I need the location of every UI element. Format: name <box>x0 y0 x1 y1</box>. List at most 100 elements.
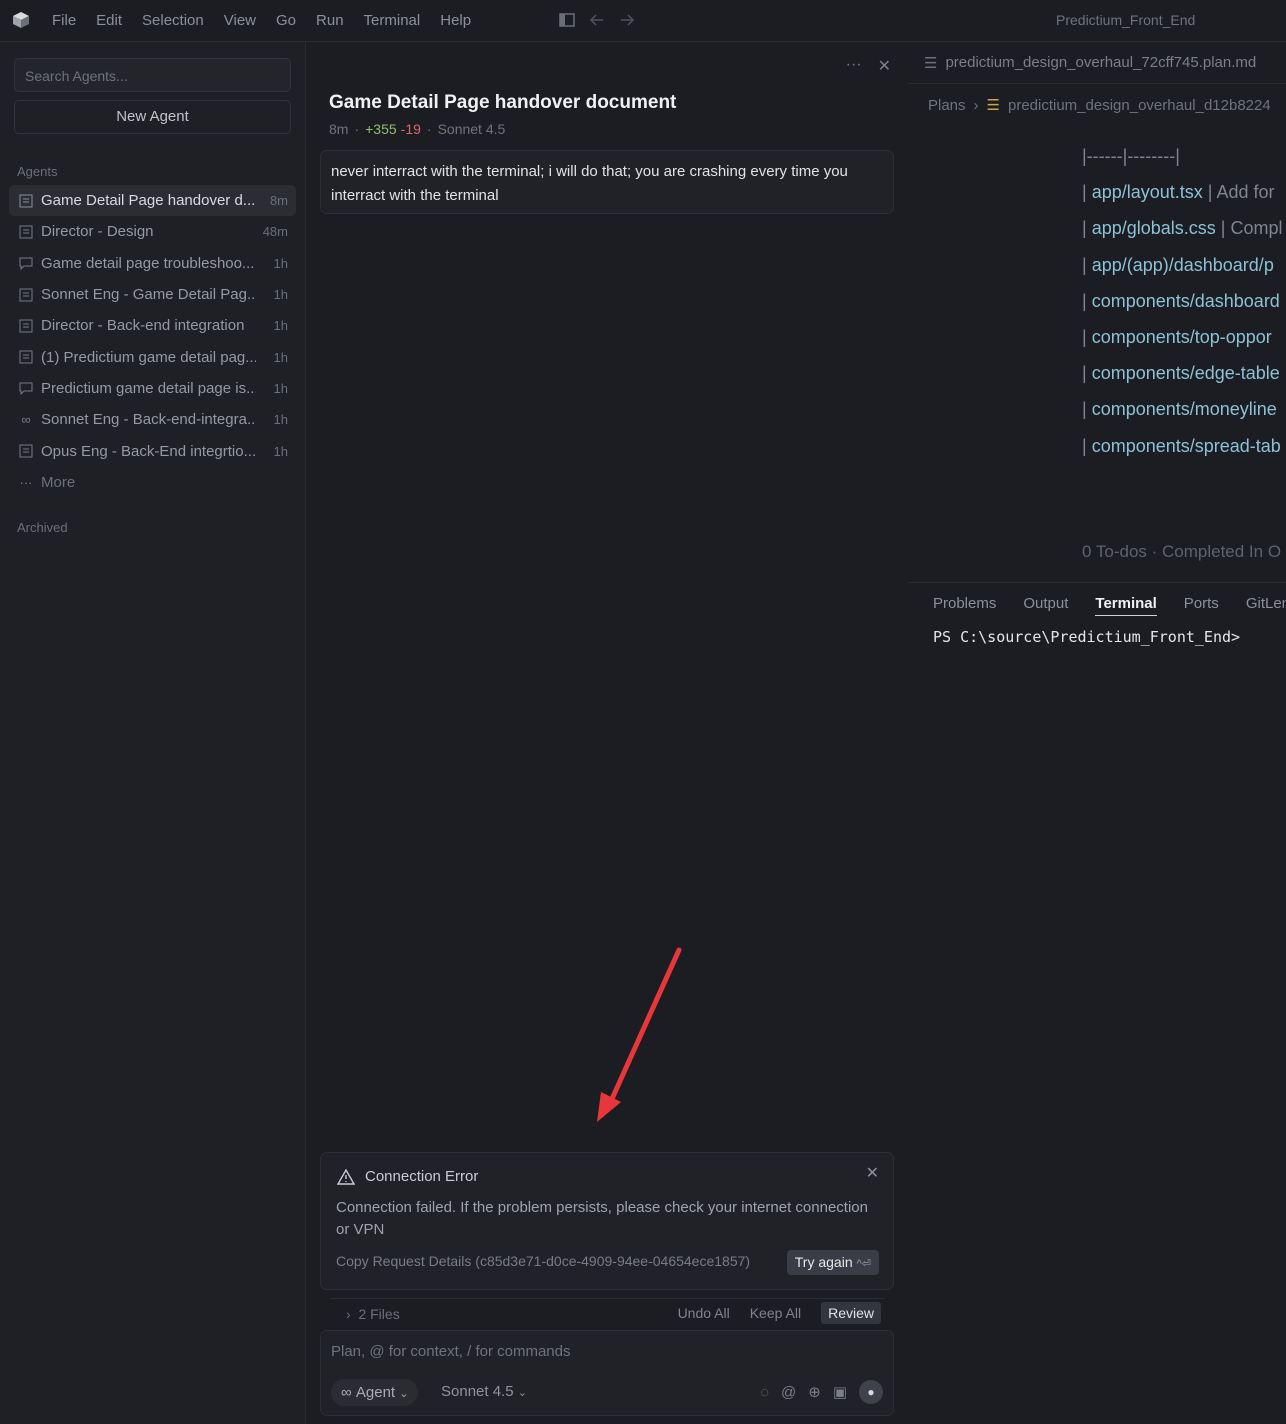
agent-label: Opus Eng - Back-End integrtio... <box>41 442 256 460</box>
back-arrow-icon[interactable] <box>588 11 606 29</box>
close-icon[interactable]: ✕ <box>878 56 891 76</box>
agent-item[interactable]: Predictium game detail page is... 1h <box>9 373 296 404</box>
forward-arrow-icon[interactable] <box>618 11 636 29</box>
shortcut-hint: ^⏎ <box>856 1258 871 1270</box>
chat-bubble-icon <box>18 255 34 271</box>
menu-file[interactable]: File <box>52 12 76 29</box>
tab-ports[interactable]: Ports <box>1184 595 1219 616</box>
agent-label: Game Detail Page handover d... <box>41 192 256 210</box>
tab-title: predictium_design_overhaul_72cff745.plan… <box>945 54 1257 71</box>
at-mention-icon[interactable]: @ <box>781 1384 796 1401</box>
image-icon[interactable]: ▣ <box>833 1383 847 1401</box>
files-count: 2 Files <box>358 1306 400 1322</box>
menu-go[interactable]: Go <box>276 12 296 29</box>
tab-gitlens[interactable]: GitLen <box>1246 595 1286 616</box>
breadcrumb-file[interactable]: predictium_design_overhaul_d12b8224 <box>1008 97 1271 114</box>
table-row: | components/moneyline <box>1082 399 1277 420</box>
menu-help[interactable]: Help <box>440 12 471 29</box>
agent-label: Sonnet Eng - Game Detail Pag... <box>41 286 256 304</box>
more-options-icon[interactable]: ··· <box>846 56 862 76</box>
list-icon: ☰ <box>986 97 1000 114</box>
mode-label: Agent <box>355 1384 396 1401</box>
terminal-prompt[interactable]: PS C:\source\Predictium_Front_End> <box>933 628 1240 646</box>
agent-label: (1) Predictium game detail pag... <box>41 348 256 366</box>
table-row: | app/globals.css | Compl <box>1082 218 1283 239</box>
agent-item[interactable]: (1) Predictium game detail pag... 1h <box>9 341 296 372</box>
table-row: | components/spread-tab <box>1082 435 1281 456</box>
more-agents-button[interactable]: ··· More <box>9 467 296 498</box>
file-path: components/moneyline <box>1091 399 1277 420</box>
breadcrumb-plans[interactable]: Plans <box>928 97 966 114</box>
files-actions: Undo All Keep All Review <box>678 1302 881 1324</box>
tab-output[interactable]: Output <box>1023 595 1068 616</box>
nav-controls <box>558 11 636 29</box>
plan-doc-icon <box>18 349 34 365</box>
agent-time: 1h <box>273 318 288 334</box>
chat-input-box[interactable]: Plan, @ for context, / for commands ∞ Ag… <box>320 1330 894 1416</box>
chevron-right-icon: › <box>346 1306 351 1322</box>
new-agent-button[interactable]: New Agent <box>14 100 291 134</box>
chat-model: Sonnet 4.5 <box>437 121 506 137</box>
ellipsis-icon: ··· <box>19 474 33 490</box>
user-message[interactable]: never interract with the terminal; i wil… <box>320 150 894 214</box>
archived-heading[interactable]: Archived <box>17 520 68 535</box>
agent-item[interactable]: Director - Design 48m <box>9 216 296 247</box>
menu-view[interactable]: View <box>224 12 256 29</box>
editor-tab[interactable]: ☰ predictium_design_overhaul_72cff745.pl… <box>908 42 1286 84</box>
chat-meta: 8m · +355 -19 · Sonnet 4.5 <box>329 121 505 137</box>
globe-icon[interactable]: ⊕ <box>808 1383 821 1401</box>
mode-selector[interactable]: ∞ Agent ⌄ <box>331 1379 419 1406</box>
file-path: app/globals.css <box>1091 218 1216 239</box>
try-again-button[interactable]: Try again ^⏎ <box>786 1250 879 1275</box>
model-selector[interactable]: Sonnet 4.5 ⌄ <box>441 1383 527 1400</box>
chat-header-actions: ··· ✕ <box>846 56 891 76</box>
title-bar: File Edit Selection View Go Run Terminal… <box>0 0 1286 42</box>
agent-item[interactable]: ∞ Sonnet Eng - Back-end-integra... 1h <box>9 404 296 435</box>
table-divider: |------|--------| <box>1082 146 1180 166</box>
toggle-sidebar-icon[interactable] <box>558 11 576 29</box>
agent-label: Game detail page troubleshoo... <box>41 254 255 272</box>
plan-doc-icon <box>18 287 34 303</box>
menu-terminal[interactable]: Terminal <box>364 12 421 29</box>
tab-terminal[interactable]: Terminal <box>1095 595 1157 616</box>
agent-time: 1h <box>273 443 288 459</box>
loading-spinner-icon: ◌ <box>760 1383 769 1401</box>
close-icon[interactable]: ✕ <box>866 1163 879 1183</box>
chat-input-placeholder[interactable]: Plan, @ for context, / for commands <box>331 1343 571 1360</box>
table-row: | components/dashboard <box>1082 290 1280 311</box>
undo-all-button[interactable]: Undo All <box>678 1305 730 1321</box>
editor-area: ☰ predictium_design_overhaul_72cff745.pl… <box>908 42 1286 582</box>
todos-status: 0 To-dos · Completed In O <box>1082 542 1282 561</box>
menu-selection[interactable]: Selection <box>142 12 204 29</box>
lines-removed: -19 <box>400 121 421 137</box>
menu-edit[interactable]: Edit <box>96 12 122 29</box>
review-button[interactable]: Review <box>821 1302 881 1324</box>
chat-age: 8m <box>329 121 349 137</box>
meta-dot: · <box>354 121 360 137</box>
tab-problems[interactable]: Problems <box>933 595 996 616</box>
plan-doc-icon <box>18 318 34 334</box>
bottom-panel: Problems Output Terminal Ports GitLen PS… <box>908 582 1286 1424</box>
chevron-down-icon: ⌄ <box>517 1387 527 1399</box>
copy-request-details-link[interactable]: Copy Request Details (c85d3e71-d0ce-4909… <box>336 1253 750 1269</box>
lines-added: +355 <box>365 121 397 137</box>
agent-item[interactable]: Sonnet Eng - Game Detail Pag... 1h <box>9 279 296 310</box>
try-again-label: Try again <box>794 1254 853 1270</box>
menu-run[interactable]: Run <box>316 12 344 29</box>
agent-time: 48m <box>262 224 288 240</box>
search-agents-input[interactable]: Search Agents... <box>14 58 291 92</box>
microphone-icon[interactable]: ● <box>859 1380 883 1404</box>
files-toggle[interactable]: › 2 Files <box>346 1306 400 1322</box>
agent-item[interactable]: Opus Eng - Back-End integrtio... 1h <box>9 435 296 466</box>
agent-item[interactable]: Game detail page troubleshoo... 1h <box>9 248 296 279</box>
agent-item[interactable]: Director - Back-end integration 1h <box>9 310 296 341</box>
plan-doc-icon <box>18 193 34 209</box>
file-desc: Add for <box>1216 182 1275 203</box>
agent-item[interactable]: Game Detail Page handover d... 8m <box>9 185 296 217</box>
file-path: app/(app)/dashboard/p <box>1091 254 1274 275</box>
chevron-right-icon: › <box>973 96 979 114</box>
app-logo-icon <box>13 12 29 28</box>
keep-all-button[interactable]: Keep All <box>750 1305 801 1321</box>
chat-bubble-icon <box>18 380 34 396</box>
file-desc: Compl <box>1230 218 1283 239</box>
